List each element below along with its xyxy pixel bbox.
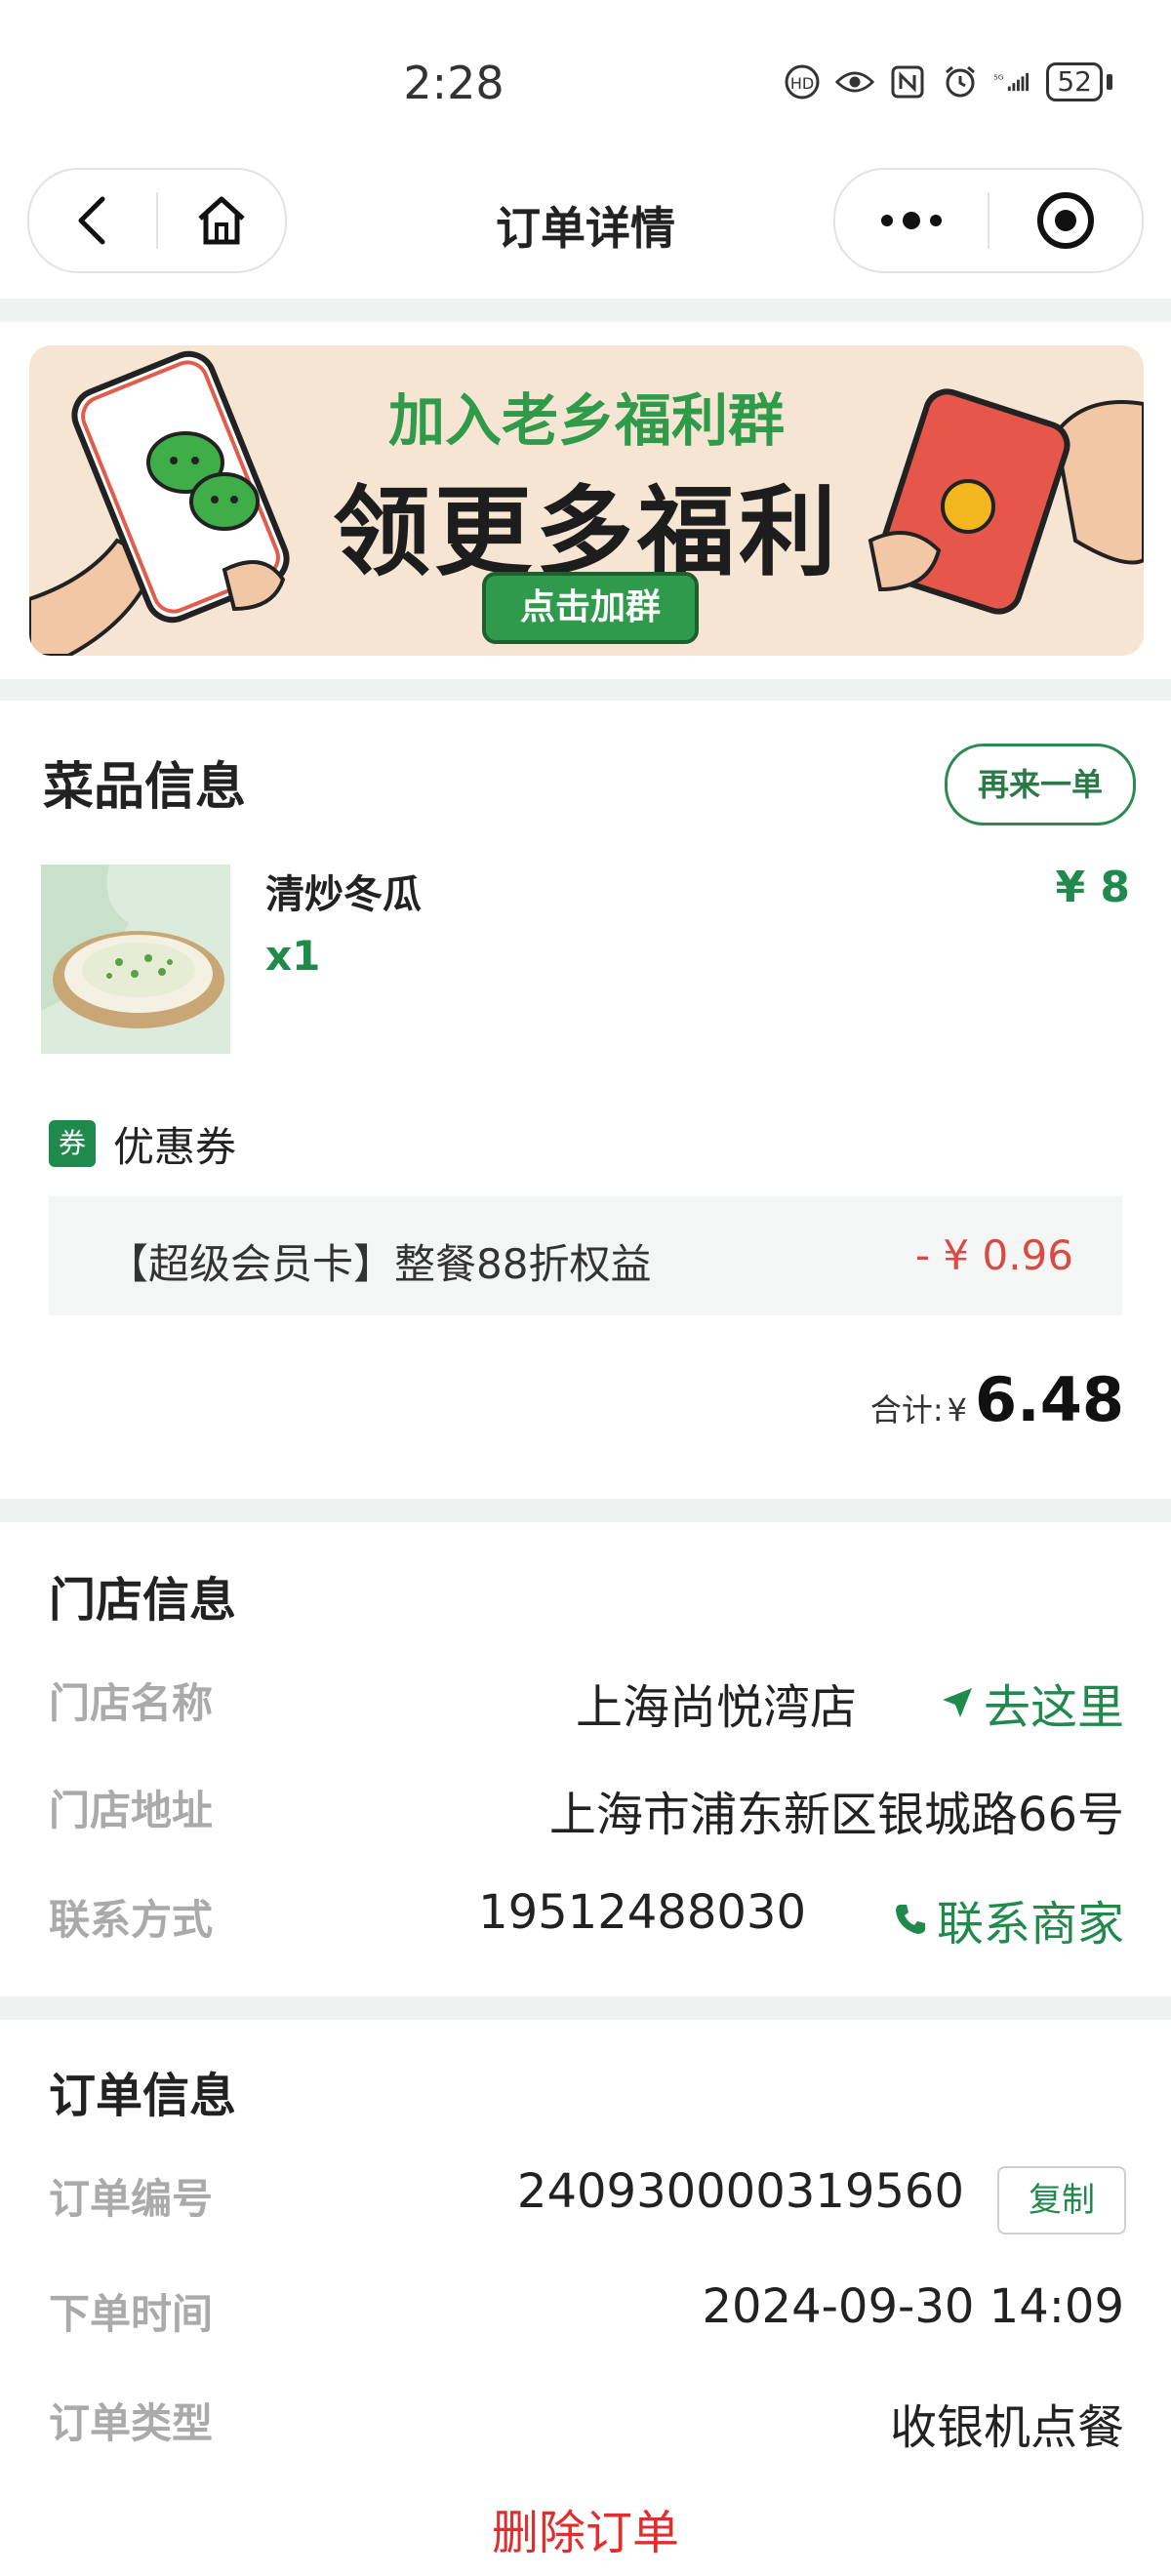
section-divider xyxy=(0,299,1171,322)
store-contact-label: 联系方式 xyxy=(49,1896,214,1944)
coupon-tag-icon: 券 xyxy=(49,1120,96,1167)
section-divider xyxy=(0,1499,1171,1522)
signal-5g-icon: 5G xyxy=(993,62,1032,101)
coupon-title: 优惠券 xyxy=(113,1123,237,1171)
promo-banner[interactable]: 加入老乡福利群 领更多福利 点击加群 xyxy=(29,345,1144,656)
nav-capsule-right xyxy=(833,168,1144,273)
dish-quantity: x1 xyxy=(265,932,321,980)
dish-price: ¥ 8 xyxy=(1055,863,1130,912)
copy-button[interactable]: 复制 xyxy=(997,2166,1126,2234)
order-total: 合计: ¥ 6.48 xyxy=(870,1364,1124,1435)
close-miniprogram-button[interactable] xyxy=(989,170,1142,271)
phone-icon xyxy=(895,1905,925,1934)
total-amount: 6.48 xyxy=(975,1364,1124,1435)
total-label: 合计: xyxy=(869,1391,944,1429)
battery-level: 52 xyxy=(1046,62,1103,101)
navigate-label: 去这里 xyxy=(983,1680,1124,1735)
order-type-label: 订单类型 xyxy=(49,2399,214,2447)
reorder-button[interactable]: 再来一单 xyxy=(945,744,1136,825)
nav-bar: 订单详情 xyxy=(0,168,1171,275)
svg-text:HD: HD xyxy=(790,74,814,93)
status-icons: HD 5G 52 xyxy=(783,62,1112,101)
location-arrow-icon xyxy=(942,1688,972,1717)
dish-section-title: 菜品信息 xyxy=(43,758,247,817)
total-currency: ¥ xyxy=(947,1391,968,1429)
join-group-button[interactable]: 点击加群 xyxy=(482,572,699,644)
eye-icon xyxy=(835,62,875,101)
coupon-discount: - ¥ 0.96 xyxy=(914,1231,1073,1279)
order-time-label: 下单时间 xyxy=(49,2290,214,2338)
coupon-row: 【超级会员卡】整餐88折权益 - ¥ 0.96 xyxy=(49,1196,1122,1315)
more-dots-icon xyxy=(881,212,942,229)
nfc-icon xyxy=(888,62,927,101)
hd-voice-icon: HD xyxy=(783,62,822,101)
store-address-value: 上海市浦东新区银城路66号 xyxy=(548,1788,1124,1842)
status-bar: 2:28 HD 5G 52 xyxy=(0,0,1171,166)
call-merchant-label: 联系商家 xyxy=(936,1897,1124,1952)
store-name-value: 上海尚悦湾店 xyxy=(575,1680,857,1735)
banner-subtitle: 加入老乡福利群 xyxy=(387,387,785,454)
status-time: 2:28 xyxy=(403,57,505,109)
order-type-value: 收银机点餐 xyxy=(889,2400,1124,2455)
dish-name: 清炒冬瓜 xyxy=(265,872,422,917)
target-circle-icon xyxy=(1037,192,1094,249)
alarm-icon xyxy=(941,62,980,101)
order-number-value: 240930000319560 xyxy=(516,2164,964,2219)
section-divider xyxy=(0,679,1171,701)
section-divider xyxy=(0,1996,1171,2020)
store-name-label: 门店名称 xyxy=(49,1679,214,1727)
coupon-description: 【超级会员卡】整餐88折权益 xyxy=(107,1240,652,1288)
dish-image xyxy=(41,865,230,1054)
svg-text:5G: 5G xyxy=(993,73,1004,82)
store-address-label: 门店地址 xyxy=(49,1787,214,1834)
navigate-button[interactable]: 去这里 xyxy=(941,1669,1124,1737)
more-button[interactable] xyxy=(835,170,988,271)
order-number-label: 订单编号 xyxy=(49,2175,214,2223)
order-section-title: 订单信息 xyxy=(49,2069,237,2123)
store-contact-value: 19512488030 xyxy=(478,1885,806,1940)
order-time-value: 2024-09-30 14:09 xyxy=(702,2279,1124,2334)
store-section-title: 门店信息 xyxy=(49,1573,237,1628)
delete-order-button[interactable]: 删除订单 xyxy=(0,2494,1171,2562)
call-merchant-button[interactable]: 联系商家 xyxy=(894,1885,1124,1953)
battery-tip-icon xyxy=(1107,74,1112,90)
